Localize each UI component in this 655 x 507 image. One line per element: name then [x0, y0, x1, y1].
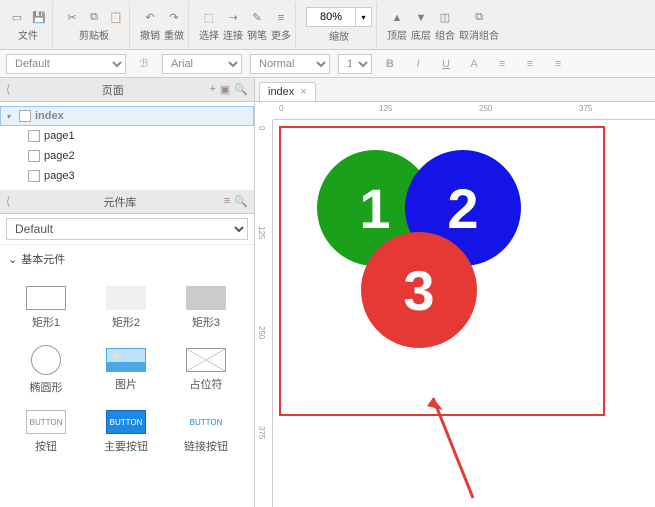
- new-file-icon[interactable]: ▭: [8, 8, 26, 26]
- property-bar: Default ℬ Arial Normal 13 B I U A ≡ ≡ ≡: [0, 50, 655, 78]
- library-category[interactable]: ⌄ 基本元件: [0, 245, 254, 273]
- ruler-horizontal: 0 125 250 375: [273, 102, 655, 120]
- page-name-index: index: [35, 110, 64, 122]
- undo-group: ↶撤销 ↷重做: [136, 2, 189, 48]
- arrange-group: ▲顶层 ▼底层 ◫组合 ⧉取消组合: [383, 2, 503, 48]
- widget-primary-button[interactable]: BUTTON主要按钮: [86, 401, 166, 463]
- widget-link-button[interactable]: BUTTON链接按钮: [166, 401, 246, 463]
- pen-label: 钢笔: [247, 27, 267, 42]
- library-panel-header: ⟨ 元件库 ≡ 🔍: [0, 190, 254, 214]
- fontsize-select[interactable]: 13: [338, 54, 372, 74]
- library-menu-icon[interactable]: ≡: [224, 195, 230, 208]
- widget-placeholder[interactable]: 占位符: [166, 339, 246, 401]
- weight-select[interactable]: Normal: [250, 54, 330, 74]
- bring-front-icon[interactable]: ▲: [388, 9, 406, 27]
- pages-title: 页面: [16, 82, 209, 98]
- category-label: 基本元件: [21, 251, 65, 267]
- clipboard-group: ✂ ⧉ 📋 剪贴板: [59, 2, 130, 48]
- ungroup-icon[interactable]: ⧉: [470, 9, 488, 27]
- select-group: ⬚选择 ⇢连接 ✎钢笔 ≡更多: [195, 2, 296, 48]
- save-icon[interactable]: 💾: [30, 8, 48, 26]
- page-row-page2[interactable]: page2: [0, 146, 254, 166]
- widget-rect2[interactable]: 矩形2: [86, 277, 166, 339]
- page-row-page1[interactable]: page1: [0, 126, 254, 146]
- chevron-down-icon: ⌄: [8, 253, 17, 266]
- pages-panel-header: ⟨ 页面 + ▣ 🔍: [0, 78, 254, 102]
- zoom-input[interactable]: [306, 7, 356, 27]
- widget-rect1[interactable]: 矩形1: [6, 277, 86, 339]
- canvas-column: index × 0 125 250 375 0 125 250 375 1 2 3: [255, 78, 655, 507]
- design-canvas[interactable]: 1 2 3: [273, 120, 655, 507]
- page-row-page3[interactable]: page3: [0, 166, 254, 186]
- connect-icon[interactable]: ⇢: [224, 9, 242, 27]
- pen-icon[interactable]: ✎: [248, 9, 266, 27]
- search-icon[interactable]: 🔍: [234, 195, 248, 208]
- page-icon: [19, 110, 31, 122]
- paste-icon[interactable]: 📋: [107, 8, 125, 26]
- library-select[interactable]: Default: [6, 218, 248, 240]
- page-name: page3: [44, 170, 75, 182]
- add-folder-icon[interactable]: ▣: [220, 83, 230, 96]
- zoom-group: ▾ 缩放: [302, 2, 377, 48]
- font-select[interactable]: Arial: [162, 54, 242, 74]
- page-row-index[interactable]: ▾index: [0, 106, 254, 126]
- ruler-vertical: 0 125 250 375: [255, 120, 273, 507]
- clipboard-label: 剪贴板: [79, 27, 109, 42]
- add-page-icon[interactable]: +: [209, 83, 215, 96]
- page-name: page2: [44, 150, 75, 162]
- pin-icon[interactable]: ⟨: [6, 195, 16, 208]
- italic-icon[interactable]: I: [408, 54, 428, 74]
- page-icon: [28, 130, 40, 142]
- canvas-tabbar: index ×: [255, 78, 655, 102]
- left-column: ⟨ 页面 + ▣ 🔍 ▾index page1 page2 page3 ⟨ 元件…: [0, 78, 255, 507]
- send-back-icon[interactable]: ▼: [412, 9, 430, 27]
- page-icon: [28, 150, 40, 162]
- widget-grid: 矩形1 矩形2 矩形3 椭圆形 图片 占位符 BUTTON按钮 BUTTON主要…: [0, 273, 254, 467]
- main-toolbar: ▭ 💾 文件 ✂ ⧉ 📋 剪贴板 ↶撤销 ↷重做 ⬚选择 ⇢连接 ✎钢笔 ≡更多…: [0, 0, 655, 50]
- search-icon[interactable]: 🔍: [234, 83, 248, 96]
- back-label: 底层: [411, 27, 431, 42]
- more-label: 更多: [271, 27, 291, 42]
- ungroup-label: 取消组合: [459, 27, 499, 42]
- canvas-tab-index[interactable]: index ×: [259, 82, 316, 101]
- widget-button[interactable]: BUTTON按钮: [6, 401, 86, 463]
- more-icon[interactable]: ≡: [272, 9, 290, 27]
- pages-tree: ▾index page1 page2 page3: [0, 102, 254, 190]
- pin-icon[interactable]: ⟨: [6, 83, 16, 96]
- undo-label: 撤销: [140, 27, 160, 42]
- zoom-dropdown[interactable]: ▾: [356, 7, 372, 27]
- redo-icon[interactable]: ↷: [165, 9, 183, 27]
- library-title: 元件库: [16, 194, 224, 210]
- file-label: 文件: [18, 27, 38, 42]
- zoom-label: 缩放: [329, 28, 349, 43]
- text-color-icon[interactable]: A: [464, 54, 484, 74]
- underline-icon[interactable]: U: [436, 54, 456, 74]
- group-icon[interactable]: ◫: [436, 9, 454, 27]
- group-label: 组合: [435, 27, 455, 42]
- widget-rect3[interactable]: 矩形3: [166, 277, 246, 339]
- page-name: page1: [44, 130, 75, 142]
- page-icon: [28, 170, 40, 182]
- copy-icon[interactable]: ⧉: [85, 8, 103, 26]
- bold-icon[interactable]: B: [380, 54, 400, 74]
- align-left-icon[interactable]: ≡: [492, 54, 512, 74]
- redo-label: 重做: [164, 27, 184, 42]
- align-right-icon[interactable]: ≡: [548, 54, 568, 74]
- select-label: 选择: [199, 27, 219, 42]
- widget-image[interactable]: 图片: [86, 339, 166, 401]
- file-group: ▭ 💾 文件: [4, 2, 53, 48]
- cut-icon[interactable]: ✂: [63, 8, 81, 26]
- style-select[interactable]: Default: [6, 54, 126, 74]
- front-label: 顶层: [387, 27, 407, 42]
- tab-label: index: [268, 86, 294, 98]
- circle-red[interactable]: 3: [361, 232, 477, 348]
- undo-icon[interactable]: ↶: [141, 9, 159, 27]
- align-center-icon[interactable]: ≡: [520, 54, 540, 74]
- widget-ellipse[interactable]: 椭圆形: [6, 339, 86, 401]
- select-icon[interactable]: ⬚: [200, 9, 218, 27]
- paintbrush-icon[interactable]: ℬ: [134, 54, 154, 74]
- annotation-arrow: [423, 388, 483, 507]
- close-icon[interactable]: ×: [300, 86, 306, 98]
- connect-label: 连接: [223, 27, 243, 42]
